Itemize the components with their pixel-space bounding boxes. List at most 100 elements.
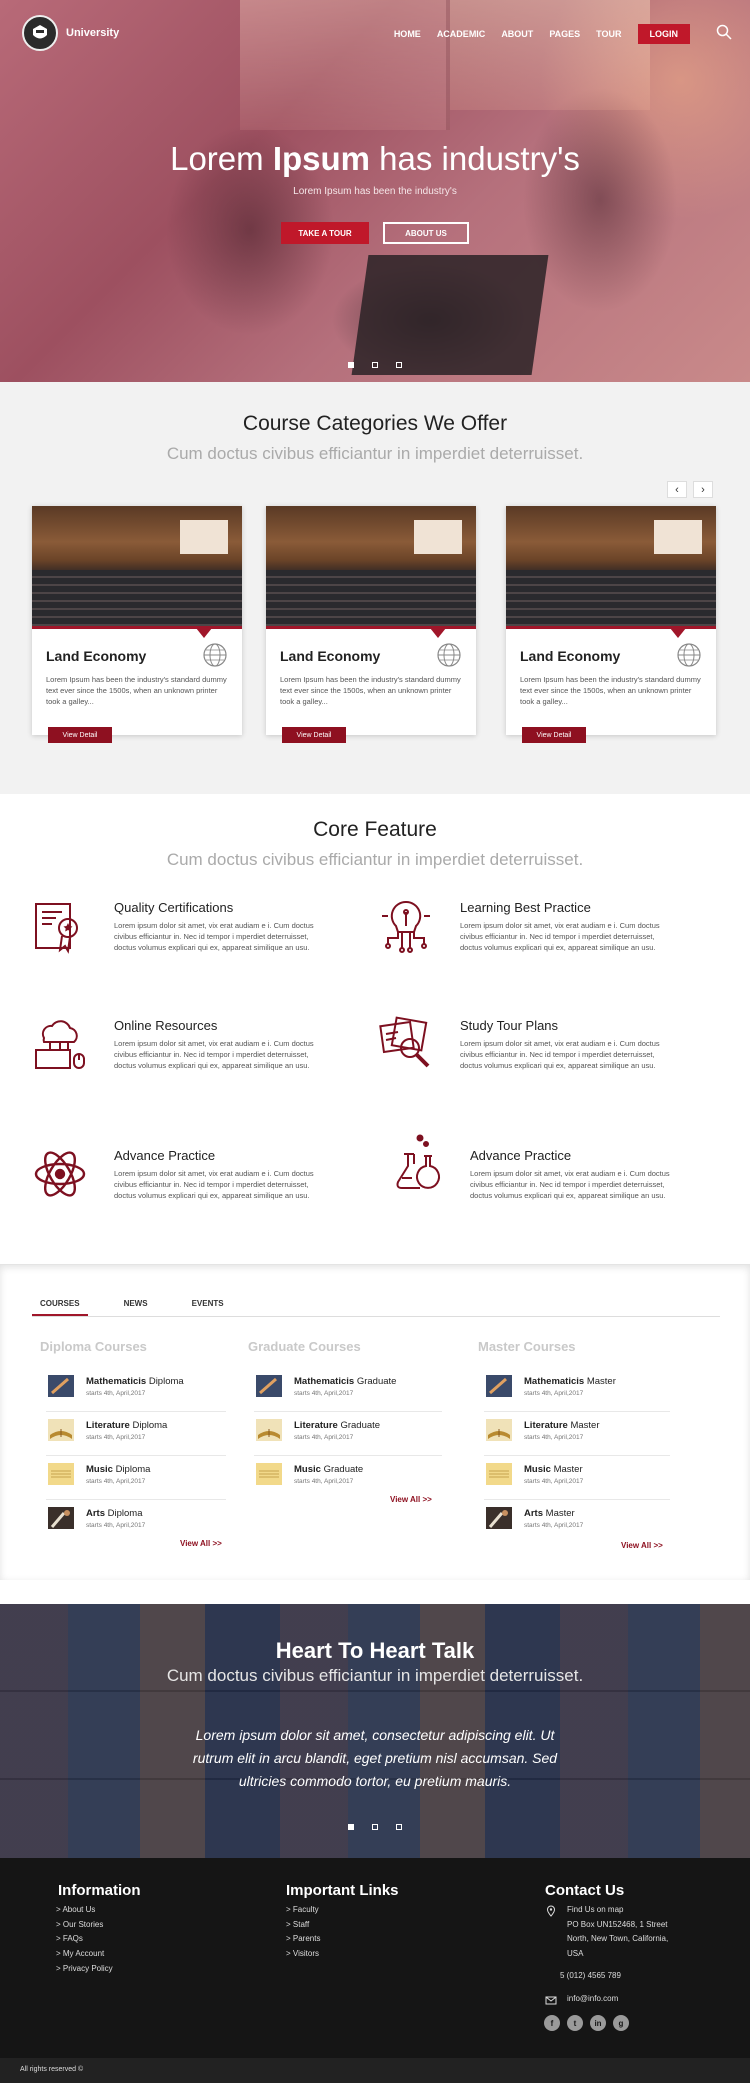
list-item[interactable]: Music Master starts 4th, April,2017 [484, 1456, 670, 1500]
math-thumbnail-icon [48, 1375, 74, 1397]
course-date: starts 4th, April,2017 [86, 1434, 146, 1441]
course-date: starts 4th, April,2017 [294, 1390, 354, 1397]
map-link[interactable]: Find Us on map [567, 1903, 668, 1918]
tab-courses[interactable]: COURSES [32, 1293, 88, 1316]
footer-link[interactable]: > FAQs [56, 1932, 113, 1947]
section-subtitle: Cum doctus civibus efficiantur in imperd… [166, 444, 584, 463]
view-all-link[interactable]: View All >> [621, 1541, 663, 1550]
feature-title: Learning Best Practice [460, 900, 591, 915]
footer-link[interactable]: > Our Stories [56, 1918, 113, 1933]
footer-link[interactable]: > Faculty [286, 1903, 320, 1918]
tab-news[interactable]: NEWS [116, 1293, 156, 1316]
take-a-tour-button[interactable]: TAKE A TOUR [281, 222, 369, 244]
hero-section: University HOME ACADEMIC ABOUT PAGES TOU… [0, 0, 750, 382]
course-column-graduate: Graduate Courses Mathematicis Graduate s… [248, 1339, 448, 1500]
login-button[interactable]: LOGIN [637, 24, 690, 44]
course-column-diploma: Diploma Courses Mathematicis Diploma sta… [40, 1339, 240, 1544]
facebook-icon[interactable]: f [544, 2015, 560, 2031]
course-column-master: Master Courses Mathematicis Master start… [478, 1339, 678, 1544]
column-heading: Diploma Courses [40, 1339, 147, 1354]
mail-icon [545, 1996, 557, 2005]
contact-phone: 5 (012) 4565 789 [560, 1971, 621, 1980]
footer-links-title: Important Links [286, 1882, 399, 1899]
list-item[interactable]: Mathematicis Master starts 4th, April,20… [484, 1368, 670, 1412]
contact-address: Find Us on map PO Box UN152468, 1 Street… [545, 1903, 668, 1962]
feature-description: Lorem ipsum dolor sit amet, vix erat aud… [114, 1039, 314, 1070]
google-icon[interactable]: g [613, 2015, 629, 2031]
footer-link[interactable]: > Visitors [286, 1947, 320, 1962]
footer-link[interactable]: > My Account [56, 1947, 113, 1962]
list-item[interactable]: Literature Graduate starts 4th, April,20… [254, 1412, 442, 1456]
slider-dot[interactable] [396, 362, 402, 368]
view-detail-button[interactable]: View Detail [48, 727, 112, 743]
testimonial-slider-dots [0, 1824, 750, 1830]
globe-icon [677, 643, 701, 667]
chevron-right-icon[interactable]: › [693, 481, 713, 498]
arts-thumbnail-icon [48, 1507, 74, 1529]
view-detail-button[interactable]: View Detail [522, 727, 586, 743]
slider-dot[interactable] [396, 1824, 402, 1830]
nav-academic[interactable]: ACADEMIC [437, 29, 486, 39]
book-thumbnail-icon [486, 1419, 512, 1441]
chevron-left-icon[interactable]: ‹ [667, 481, 687, 498]
twitter-icon[interactable]: t [567, 2015, 583, 2031]
cloud-computer-icon [35, 1020, 85, 1069]
search-icon[interactable] [716, 24, 732, 40]
course-card: Land Economy Lorem Ipsum has been the in… [506, 506, 716, 743]
slider-dot[interactable] [372, 1824, 378, 1830]
course-card: Land Economy Lorem Ipsum has been the in… [266, 506, 476, 743]
main-nav: HOME ACADEMIC ABOUT PAGES TOUR LOGIN [394, 24, 690, 44]
feature-item: Online Resources Lorem ipsum dolor sit a… [32, 1016, 352, 1106]
linkedin-icon[interactable]: in [590, 2015, 606, 2031]
footer-important-links: > Faculty > Staff > Parents > Visitors [286, 1903, 320, 1962]
list-item[interactable]: Music Graduate starts 4th, April,2017 [254, 1456, 442, 1500]
tab-events[interactable]: EVENTS [184, 1293, 232, 1316]
crest-icon [22, 15, 58, 51]
list-item[interactable]: Arts Diploma starts 4th, April,2017 [46, 1500, 226, 1544]
footer-contact-title: Contact Us [545, 1882, 625, 1899]
list-item[interactable]: Literature Master starts 4th, April,2017 [484, 1412, 670, 1456]
list-item[interactable]: Mathematicis Graduate starts 4th, April,… [254, 1368, 442, 1412]
course-date: starts 4th, April,2017 [524, 1522, 584, 1529]
card-title: Land Economy [46, 648, 147, 664]
flask-icon [396, 1134, 440, 1189]
footer-link[interactable]: > Parents [286, 1932, 320, 1947]
course-date: starts 4th, April,2017 [294, 1434, 354, 1441]
view-all-link[interactable]: View All >> [390, 1495, 432, 1504]
nav-home[interactable]: HOME [394, 29, 421, 39]
slider-dot[interactable] [348, 362, 354, 368]
footer-link[interactable]: > Privacy Policy [56, 1962, 113, 1977]
feature-item: Study Tour Plans Lorem ipsum dolor sit a… [378, 1016, 698, 1106]
nav-about[interactable]: ABOUT [501, 29, 533, 39]
footer-link[interactable]: > About Us [56, 1903, 113, 1918]
list-item[interactable]: Music Diploma starts 4th, April,2017 [46, 1456, 226, 1500]
list-item[interactable]: Arts Master starts 4th, April,2017 [484, 1500, 670, 1544]
site-logo[interactable]: University [22, 15, 119, 51]
magnifier-documents-icon [379, 1016, 430, 1068]
list-item[interactable]: Literature Diploma starts 4th, April,201… [46, 1412, 226, 1456]
nav-pages[interactable]: PAGES [549, 29, 580, 39]
view-detail-button[interactable]: View Detail [282, 727, 346, 743]
slider-dot[interactable] [372, 362, 378, 368]
feature-item: Learning Best Practice Lorem ipsum dolor… [378, 898, 698, 988]
contact-email: info@info.com [545, 1992, 618, 2007]
nav-tour[interactable]: TOUR [596, 29, 621, 39]
course-card: Land Economy Lorem Ipsum has been the in… [32, 506, 242, 743]
view-all-link[interactable]: View All >> [180, 1539, 222, 1548]
card-description: Lorem Ipsum has been the industry's stan… [520, 675, 701, 706]
slider-dot[interactable] [348, 1824, 354, 1830]
map-pin-icon [546, 1905, 556, 1917]
lecture-hall-photo [32, 506, 242, 638]
arts-thumbnail-icon [486, 1507, 512, 1529]
about-us-button[interactable]: ABOUT US [383, 222, 469, 244]
card-description: Lorem Ipsum has been the industry's stan… [280, 675, 461, 706]
list-item[interactable]: Mathematicis Diploma starts 4th, April,2… [46, 1368, 226, 1412]
footer-link[interactable]: > Staff [286, 1918, 320, 1933]
tab-bar: COURSES NEWS EVENTS [32, 1293, 720, 1317]
lecture-hall-photo [506, 506, 716, 638]
section-title: Core Feature [313, 818, 437, 841]
course-date: starts 4th, April,2017 [294, 1478, 354, 1485]
email-link[interactable]: info@info.com [567, 1992, 618, 2007]
testimonial-section: Heart To Heart Talk Cum doctus civibus e… [0, 1604, 750, 1858]
logo-text: University [66, 27, 120, 39]
